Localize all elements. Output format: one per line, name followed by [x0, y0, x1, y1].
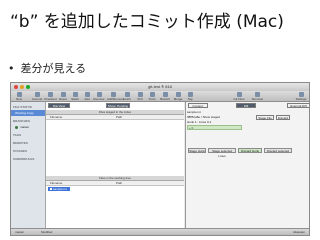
- sidebar-header-submodules: SUBMODULES: [13, 157, 35, 161]
- added-line[interactable]: + b: [187, 125, 242, 130]
- bullet-item: • 差分が見える: [8, 60, 86, 76]
- toolbar-branch-button[interactable]: Branch: [159, 92, 171, 101]
- table-row[interactable]: sample.txt: [48, 187, 70, 191]
- atlassian-logo: Atlassian: [292, 230, 305, 234]
- bullet-dot: •: [8, 62, 15, 75]
- toolbar-reset-button[interactable]: Reset: [57, 92, 69, 101]
- toolbar-terminal-button[interactable]: Terminal: [251, 92, 263, 101]
- toolbar-settings-button[interactable]: Settings: [295, 92, 307, 101]
- staged-files-list: [46, 120, 184, 175]
- discard-hunk-button[interactable]: Discard Hunk: [238, 148, 262, 153]
- column-filename[interactable]: Filename: [50, 181, 62, 185]
- sidebar-header-remotes: REMOTES: [13, 141, 28, 145]
- window-title: git-test ® 818: [148, 84, 172, 89]
- context-dropdown[interactable]: Context:: [188, 103, 208, 108]
- toolbar-git-flow-button[interactable]: Git Flow: [233, 92, 245, 101]
- external-diff-button[interactable]: External Diff: [287, 103, 309, 108]
- sidebar-header-stashes: STASHES: [13, 149, 27, 153]
- discard-lines-button[interactable]: Discard selected: [264, 148, 292, 153]
- sidebar-header-branches: BRANCHES: [13, 119, 31, 123]
- toolbar-tag-button[interactable]: Tag: [184, 92, 196, 101]
- file-status-pane: Flat View Show: Pending Files staged in …: [46, 102, 184, 229]
- status-branch: master: [15, 230, 25, 234]
- toolbar-checkout-button[interactable]: Checkout: [44, 92, 57, 101]
- toolbar-add-button[interactable]: Add: [81, 92, 93, 101]
- column-path[interactable]: Path: [116, 115, 122, 119]
- app-window: git-test ® 818 New Commit Checkout Reset…: [10, 82, 310, 236]
- diff-pane: Context: Diff External Diff sample.txt f…: [185, 102, 309, 229]
- stage-lines-button[interactable]: Stage selected Lines: [208, 148, 236, 158]
- stage-checkbox[interactable]: [50, 188, 52, 190]
- toolbar-add-remove-button[interactable]: Add/Remove: [107, 92, 124, 101]
- toolbar-pull-button[interactable]: Pull: [134, 92, 146, 101]
- toolbar-remove-button[interactable]: Remove: [93, 92, 105, 101]
- toolbar-push-button[interactable]: Push: [146, 92, 158, 101]
- status-state: Modified: [41, 230, 53, 234]
- sidebar-header-file-status: FILE STATUS: [13, 105, 32, 109]
- toolbar-new-button[interactable]: New: [13, 92, 25, 101]
- sidebar: FILE STATUS Working Copy BRANCHES master…: [11, 102, 46, 229]
- status-bar: master Modified Atlassian: [11, 228, 309, 235]
- toolbar-commit-button[interactable]: Commit: [31, 92, 43, 101]
- column-path[interactable]: Path: [116, 181, 122, 185]
- column-filename[interactable]: Filename: [50, 115, 62, 119]
- working-files-list: sample.txt: [46, 186, 184, 229]
- toolbar-fetch-button[interactable]: Fetch: [121, 92, 133, 101]
- flat-view-dropdown[interactable]: Flat View: [48, 103, 70, 108]
- stage-hunk-button[interactable]: Stage Hunk: [188, 148, 206, 153]
- bullet-text: 差分が見える: [20, 62, 87, 75]
- sidebar-header-tags: TAGS: [13, 133, 22, 137]
- show-pending-dropdown[interactable]: Show: Pending: [106, 103, 130, 108]
- diff-filename: sample.txt: [187, 110, 201, 114]
- toolbar: New Commit Checkout Reset Stash Add Remo…: [11, 91, 309, 102]
- hunk-header: Hunk 1 : Lines 0-1: [187, 120, 212, 124]
- toolbar-stash-button[interactable]: Stash: [69, 92, 81, 101]
- current-branch-icon: [15, 125, 18, 129]
- toolbar-merge-button[interactable]: Merge: [172, 92, 184, 101]
- slide-title: “b” を追加したコミット作成 (Mac): [10, 12, 284, 32]
- diff-mode-button[interactable]: Diff: [236, 103, 256, 108]
